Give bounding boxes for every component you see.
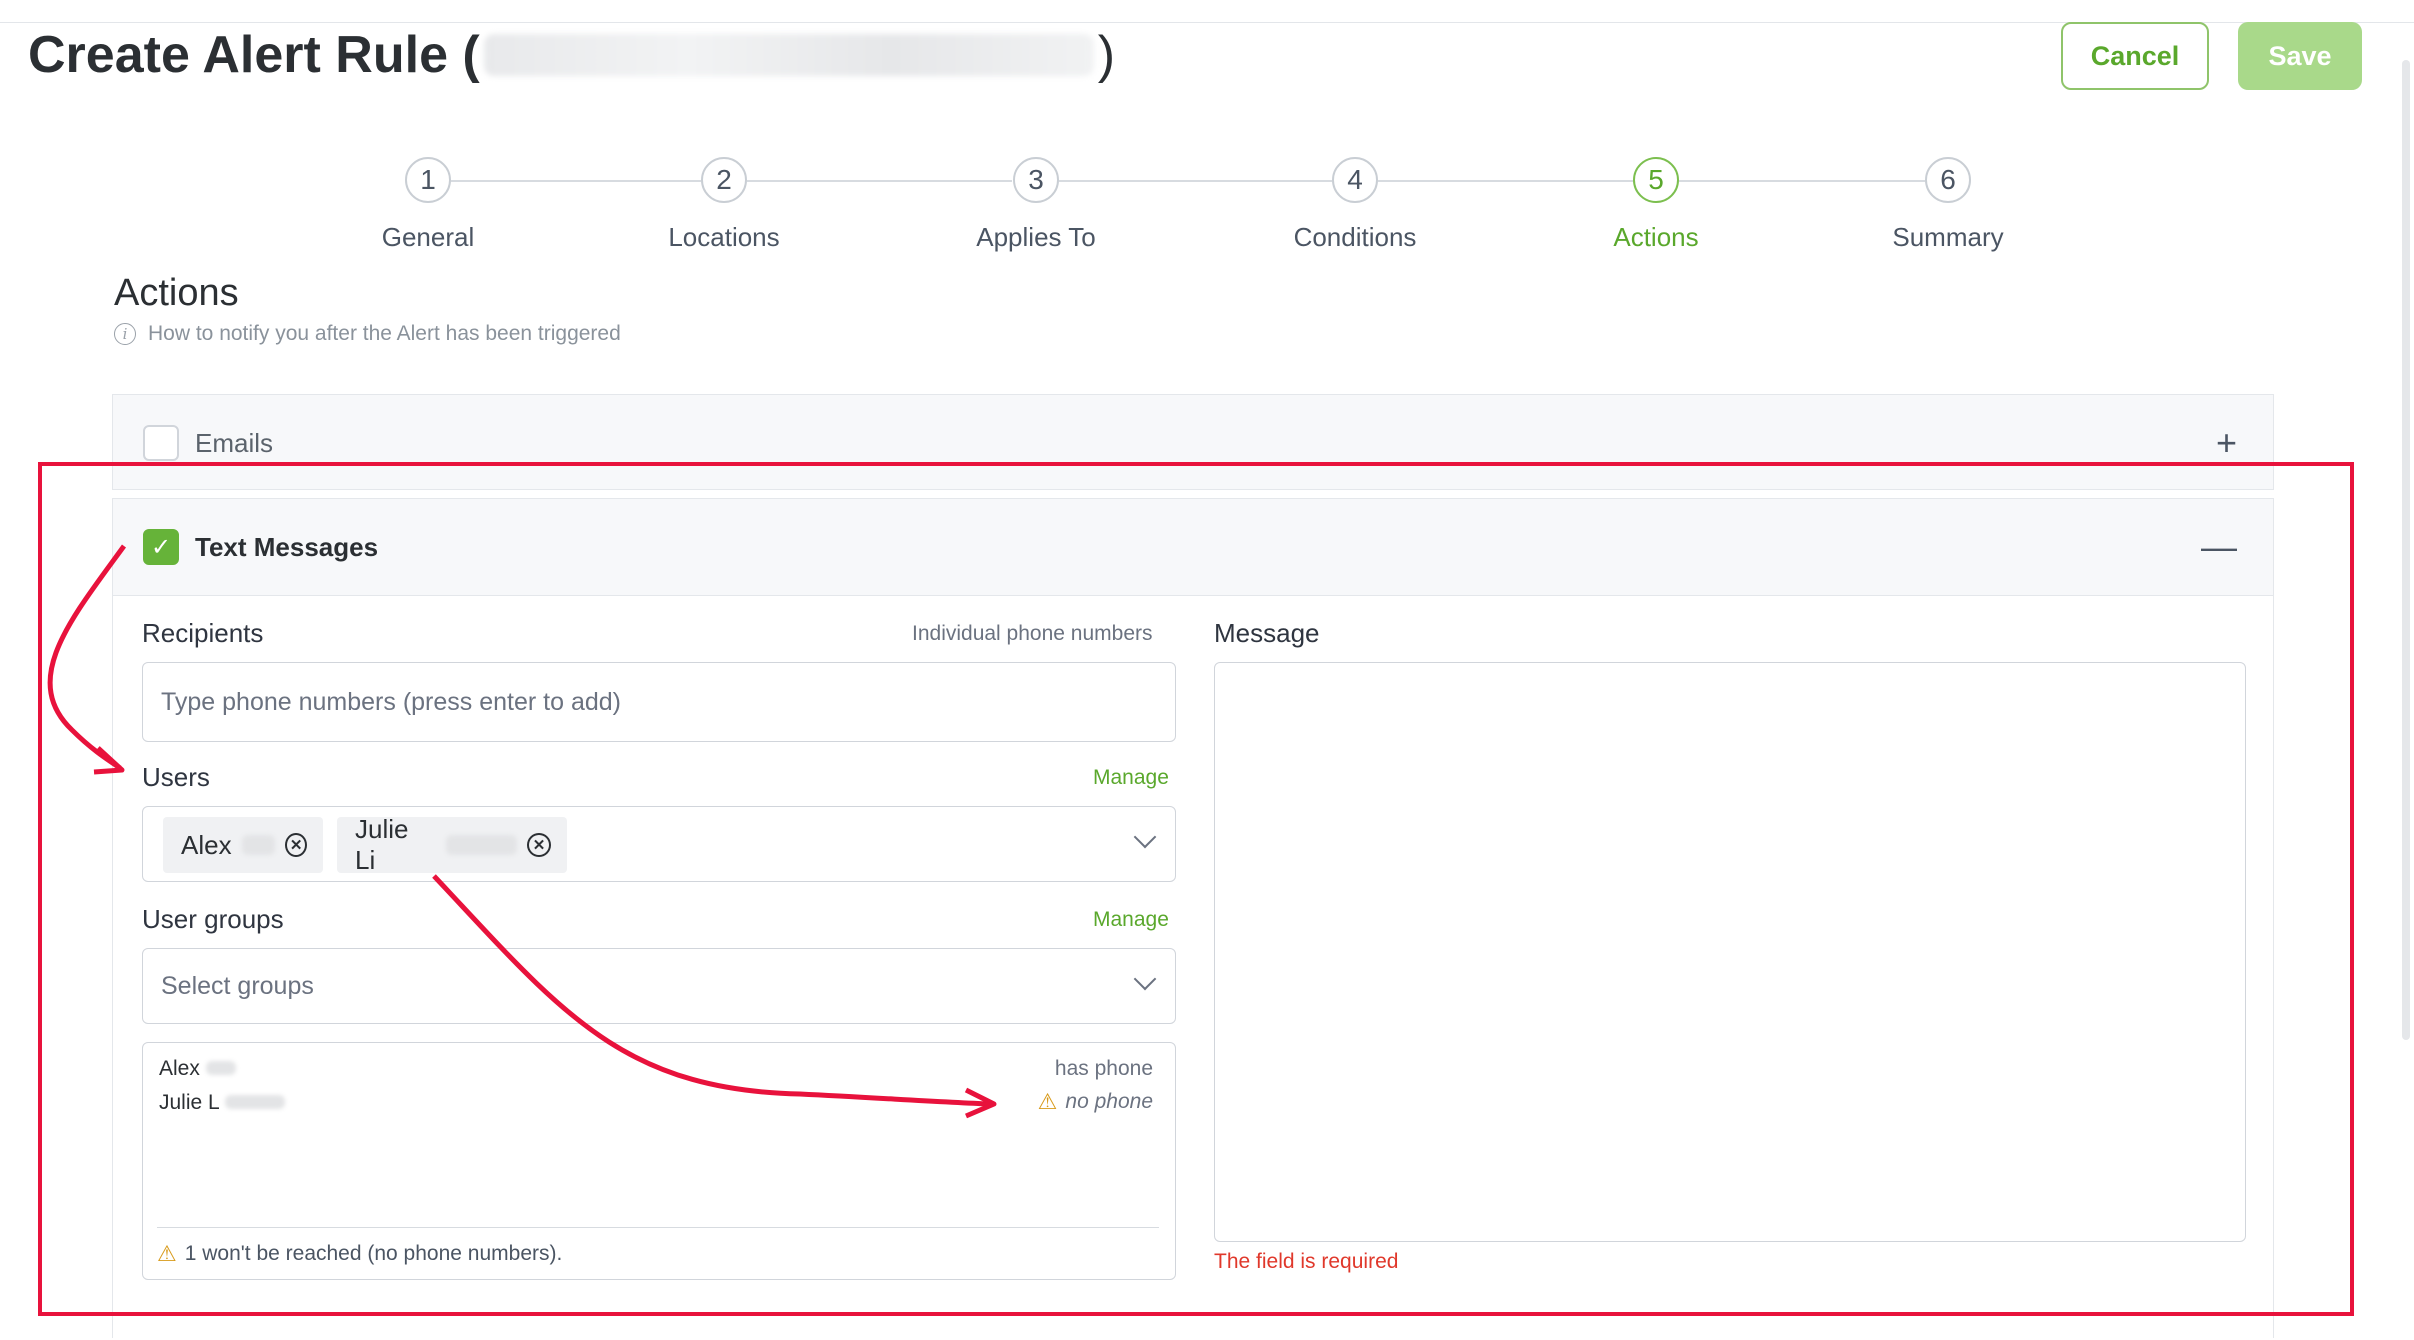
text-messages-title: Text Messages (195, 531, 379, 562)
step-connector (1059, 180, 1332, 182)
chevron-down-icon[interactable] (1133, 967, 1157, 991)
users-manage-link[interactable]: Manage (1093, 766, 1169, 790)
section-hint: i How to notify you after the Alert has … (114, 322, 621, 346)
user-phone-list: Alex has phone Julie L ⚠ no phone ⚠ 1 wo… (142, 1042, 1176, 1280)
user-chip-name: Alex (181, 829, 232, 860)
list-item-status: has phone (1054, 1057, 1153, 1080)
users-select[interactable]: Alex ✕ Julie Li ✕ (142, 806, 1176, 882)
redacted-surname (224, 1095, 285, 1109)
step-connector (451, 180, 701, 182)
list-item-name: Julie L (159, 1091, 285, 1115)
redacted-surname (205, 1061, 236, 1075)
emails-panel: Emails + (112, 394, 2274, 490)
user-chip-alex: Alex ✕ (163, 817, 323, 873)
collapse-minus-icon[interactable]: — (2201, 526, 2237, 568)
warning-icon: ⚠ (1037, 1089, 1058, 1114)
list-divider (157, 1227, 1159, 1228)
step-2-label[interactable]: Locations (624, 222, 824, 253)
emails-checkbox[interactable] (143, 425, 179, 461)
step-5-circle[interactable]: 5 (1633, 157, 1679, 203)
recipients-hint: Individual phone numbers (912, 622, 1153, 645)
remove-chip-icon[interactable]: ✕ (527, 833, 551, 857)
step-4-circle[interactable]: 4 (1332, 157, 1378, 203)
groups-placeholder: Select groups (161, 971, 314, 1000)
chevron-down-icon[interactable] (1133, 825, 1157, 849)
step-4-label[interactable]: Conditions (1255, 222, 1455, 253)
list-item-status-text: no phone (1065, 1090, 1153, 1113)
step-3-circle[interactable]: 3 (1013, 157, 1059, 203)
text-messages-header[interactable]: ✓ Text Messages — (113, 499, 2273, 595)
recipients-label: Recipients (142, 618, 264, 648)
list-item-name-text: Julie L (159, 1091, 219, 1114)
redacted-surname (241, 835, 276, 855)
step-connector (1679, 180, 1925, 182)
step-5-label[interactable]: Actions (1556, 222, 1756, 253)
message-error: The field is required (1214, 1250, 1399, 1273)
recipients-placeholder: Type phone numbers (press enter to add) (161, 687, 621, 716)
step-1-label[interactable]: General (328, 222, 528, 253)
user-chip-julie: Julie Li ✕ (337, 814, 567, 875)
expand-plus-icon[interactable]: + (2216, 422, 2237, 464)
reach-warning-text: 1 won't be reached (no phone numbers). (184, 1242, 563, 1265)
emails-header[interactable]: Emails + (113, 395, 2273, 491)
step-3-label[interactable]: Applies To (936, 222, 1136, 253)
redacted-surname (445, 835, 518, 855)
step-2-circle[interactable]: 2 (701, 157, 747, 203)
list-item-status-warning: ⚠ no phone (1038, 1089, 1153, 1115)
emails-title: Emails (195, 427, 274, 458)
list-item-name-text: Alex (159, 1057, 200, 1080)
checkmark-icon: ✓ (150, 533, 172, 561)
groups-manage-link[interactable]: Manage (1093, 908, 1169, 932)
recipients-input[interactable]: Type phone numbers (press enter to add) (142, 662, 1176, 742)
users-label: Users (142, 762, 210, 792)
list-item-name: Alex (159, 1057, 236, 1081)
message-textarea[interactable] (1214, 662, 2246, 1242)
text-messages-checkbox[interactable]: ✓ (143, 529, 179, 565)
section-title: Actions (114, 272, 239, 314)
remove-chip-icon[interactable]: ✕ (285, 833, 307, 857)
message-label: Message (1214, 618, 1320, 648)
step-1-circle[interactable]: 1 (405, 157, 451, 203)
user-chip-name: Julie Li (355, 814, 409, 875)
wizard-stepper: 1 2 3 4 5 6 General Locations Applies To… (0, 0, 2414, 260)
step-6-circle[interactable]: 6 (1925, 157, 1971, 203)
reach-warning: ⚠ 1 won't be reached (no phone numbers). (157, 1241, 562, 1267)
step-6-label[interactable]: Summary (1848, 222, 2048, 253)
info-icon: i (114, 323, 136, 345)
section-hint-text: How to notify you after the Alert has be… (148, 322, 621, 345)
step-connector (747, 180, 1012, 182)
user-groups-label: User groups (142, 904, 284, 934)
step-connector (1378, 180, 1633, 182)
user-groups-select[interactable]: Select groups (142, 948, 1176, 1024)
warning-icon: ⚠ (157, 1241, 177, 1266)
